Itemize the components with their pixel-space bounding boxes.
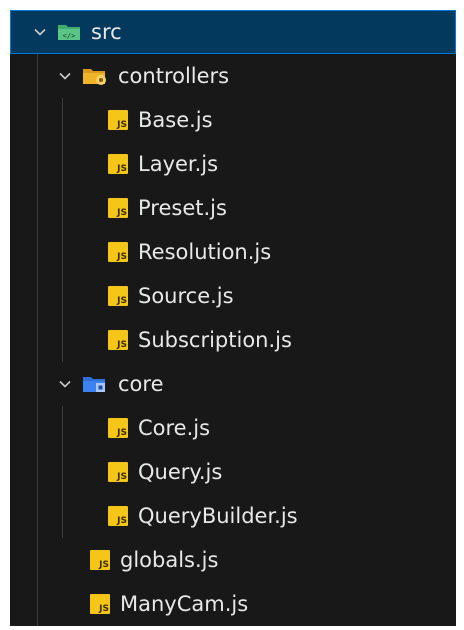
tree-folder-src[interactable]: </> src [10, 10, 456, 54]
tree-item-label: Core.js [138, 416, 211, 440]
chevron-down-icon[interactable] [56, 375, 74, 393]
tree-item-label: src [91, 20, 122, 44]
js-file-icon: JS [108, 330, 128, 350]
tree-file-source[interactable]: JS Source.js [10, 274, 456, 318]
tree-item-label: Base.js [138, 108, 213, 132]
tree-folder-controllers[interactable]: controllers [10, 54, 456, 98]
js-file-icon: JS [90, 594, 110, 614]
tree-item-label: controllers [118, 64, 230, 88]
core-folder-icon [82, 374, 108, 394]
tree-item-label: Resolution.js [138, 240, 272, 264]
tree-item-label: Subscription.js [138, 328, 292, 352]
tree-file-globals[interactable]: JS globals.js [10, 538, 456, 582]
tree-file-manycam[interactable]: JS ManyCam.js [10, 582, 456, 626]
js-file-icon: JS [108, 110, 128, 130]
js-file-icon: JS [90, 550, 110, 570]
js-file-icon: JS [108, 198, 128, 218]
tree-file-subscription[interactable]: JS Subscription.js [10, 318, 456, 362]
tree-file-query[interactable]: JS Query.js [10, 450, 456, 494]
tree-file-core[interactable]: JS Core.js [10, 406, 456, 450]
tree-item-label: QueryBuilder.js [138, 504, 298, 528]
svg-text:</>: </> [63, 32, 76, 40]
js-file-icon: JS [108, 242, 128, 262]
chevron-down-icon[interactable] [31, 23, 49, 41]
screenshot-frame: </> src controllers JS Base.js JS Layer.… [0, 0, 464, 630]
tree-item-label: Source.js [138, 284, 234, 308]
js-file-icon: JS [108, 506, 128, 526]
js-file-icon: JS [108, 154, 128, 174]
tree-file-layer[interactable]: JS Layer.js [10, 142, 456, 186]
tree-item-label: Layer.js [138, 152, 219, 176]
controllers-folder-icon [82, 66, 108, 86]
tree-item-label: Preset.js [138, 196, 227, 220]
js-file-icon: JS [108, 286, 128, 306]
js-file-icon: JS [108, 462, 128, 482]
tree-folder-core[interactable]: core [10, 362, 456, 406]
tree-item-label: ManyCam.js [120, 592, 249, 616]
file-explorer-tree: </> src controllers JS Base.js JS Layer.… [10, 10, 456, 626]
tree-file-preset[interactable]: JS Preset.js [10, 186, 456, 230]
tree-file-resolution[interactable]: JS Resolution.js [10, 230, 456, 274]
src-folder-icon: </> [57, 22, 81, 42]
tree-item-label: core [118, 372, 164, 396]
tree-file-base[interactable]: JS Base.js [10, 98, 456, 142]
tree-item-label: globals.js [120, 548, 219, 572]
tree-file-querybuilder[interactable]: JS QueryBuilder.js [10, 494, 456, 538]
chevron-down-icon[interactable] [56, 67, 74, 85]
js-file-icon: JS [108, 418, 128, 438]
tree-item-label: Query.js [138, 460, 223, 484]
